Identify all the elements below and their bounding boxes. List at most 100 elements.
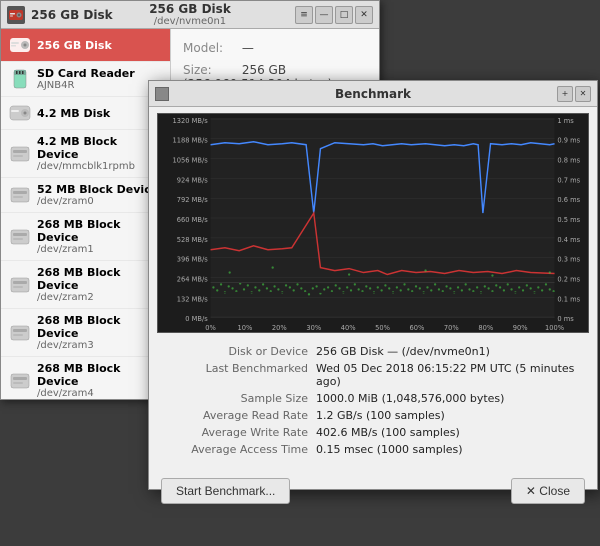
sidebar-block-icon — [9, 226, 31, 248]
sidebar-item-text: 268 MB Block Device /dev/zram3 — [37, 314, 162, 351]
sidebar-item-sub: /dev/zram1 — [37, 244, 162, 255]
svg-text:0.2 ms: 0.2 ms — [557, 275, 580, 283]
svg-text:90%: 90% — [513, 324, 528, 332]
sidebar-item-block5[interactable]: 268 MB Block Device /dev/zram3 — [1, 309, 170, 357]
sidebar-item-sub: /dev/zram4 — [37, 388, 162, 399]
close-benchmark-button[interactable]: ✕ Close — [511, 478, 585, 504]
sidebar-item-sub: AJNB4R — [37, 80, 162, 91]
sidebar-item-name: 52 MB Block Device — [37, 183, 162, 196]
titlebar-subtitle: /dev/nvme0n1 — [154, 16, 226, 27]
stats-area: Disk or Device 256 GB Disk — (/dev/nvme0… — [149, 339, 597, 466]
sidebar-item-text: 4.2 MB Block Device /dev/mmcblk1rpmb — [37, 135, 162, 172]
sidebar-block-icon — [9, 274, 31, 296]
svg-text:1 ms: 1 ms — [557, 117, 574, 125]
model-row: Model: — — [183, 41, 367, 55]
svg-text:1188 MB/s: 1188 MB/s — [173, 137, 209, 145]
sidebar-item-block2[interactable]: 52 MB Block Device /dev/zram0 — [1, 178, 170, 213]
sidebar-item-text: SD Card Reader AJNB4R — [37, 67, 162, 91]
benchmark-buttons: Start Benchmark... ✕ Close — [149, 470, 597, 512]
svg-text:0%: 0% — [205, 324, 216, 332]
svg-text:396 MB/s: 396 MB/s — [177, 256, 208, 264]
write-stat-row: Average Write Rate 402.6 MB/s (100 sampl… — [161, 426, 585, 439]
lastbench-stat-label: Last Benchmarked — [161, 362, 316, 388]
svg-text:0.6 ms: 0.6 ms — [557, 196, 580, 204]
read-stat-row: Average Read Rate 1.2 GB/s (100 samples) — [161, 409, 585, 422]
write-stat-label: Average Write Rate — [161, 426, 316, 439]
bench-maximize-button[interactable]: + — [557, 86, 573, 102]
maximize-button[interactable]: □ — [335, 6, 353, 24]
lastbench-stat-row: Last Benchmarked Wed 05 Dec 2018 06:15:2… — [161, 362, 585, 388]
sidebar-item-sub: /dev/zram3 — [37, 340, 162, 351]
access-stat-label: Average Access Time — [161, 443, 316, 456]
svg-text:80%: 80% — [478, 324, 493, 332]
sidebar-item-256gb-disk[interactable]: 256 GB Disk — [1, 29, 170, 62]
sidebar-item-block1[interactable]: 4.2 MB Block Device /dev/mmcblk1rpmb — [1, 130, 170, 178]
sidebar-item-text: 268 MB Block Device /dev/zram1 — [37, 218, 162, 255]
svg-text:0.4 ms: 0.4 ms — [557, 236, 580, 244]
sidebar-item-text: 268 MB Block Device /dev/zram2 — [37, 266, 162, 303]
sidebar-item-name: SD Card Reader — [37, 67, 162, 80]
model-value: — — [242, 41, 254, 55]
sidebar-item-name: 268 MB Block Device — [37, 314, 162, 340]
sample-stat-row: Sample Size 1000.0 MiB (1,048,576,000 by… — [161, 392, 585, 405]
svg-text:132 MB/s: 132 MB/s — [177, 295, 208, 303]
size-label: Size: — [183, 63, 238, 77]
sidebar-item-sub: /dev/mmcblk1rpmb — [37, 161, 162, 172]
titlebar-left: 256 GB Disk — [7, 6, 113, 24]
svg-text:10%: 10% — [238, 324, 253, 332]
bench-close-button[interactable]: ✕ — [575, 86, 591, 102]
benchmark-chart: 1320 MB/s 1188 MB/s 1056 MB/s 924 MB/s 7… — [157, 113, 589, 333]
bench-titlebar-buttons: + ✕ — [557, 86, 591, 102]
sidebar-item-name: 256 GB Disk — [37, 39, 162, 52]
titlebar-buttons: ≡ — □ ✕ — [295, 6, 373, 24]
sidebar-item-text: 4.2 MB Disk — [37, 107, 162, 120]
sidebar-item-name: 268 MB Block Device — [37, 266, 162, 292]
access-stat-row: Average Access Time 0.15 msec (1000 samp… — [161, 443, 585, 456]
svg-text:924 MB/s: 924 MB/s — [177, 176, 208, 184]
minimize-button[interactable]: — — [315, 6, 333, 24]
sidebar-item-block4[interactable]: 268 MB Block Device /dev/zram2 — [1, 261, 170, 309]
svg-text:0.9 ms: 0.9 ms — [557, 137, 580, 145]
svg-text:70%: 70% — [444, 324, 459, 332]
sidebar-item-sub: /dev/zram2 — [37, 292, 162, 303]
sidebar-item-text: 268 MB Block Device /dev/zram4 — [37, 362, 162, 399]
sidebar-item-4mb-disk[interactable]: 4.2 MB Disk — [1, 97, 170, 130]
access-stat-value: 0.15 msec (1000 samples) — [316, 443, 463, 456]
sidebar: 256 GB Disk SD Card Reader AJNB4R — [1, 29, 171, 399]
sidebar-item-name: 4.2 MB Block Device — [37, 135, 162, 161]
sidebar-disk-icon — [9, 34, 31, 56]
sidebar-item-block3[interactable]: 268 MB Block Device /dev/zram1 — [1, 213, 170, 261]
disk-icon — [7, 6, 25, 24]
disk-stat-value: 256 GB Disk — (/dev/nvme0n1) — [316, 345, 490, 358]
svg-text:20%: 20% — [272, 324, 287, 332]
sidebar-item-name: 268 MB Block Device — [37, 362, 162, 388]
svg-text:0.1 ms: 0.1 ms — [557, 295, 580, 303]
sidebar-item-sdcard[interactable]: SD Card Reader AJNB4R — [1, 62, 170, 97]
svg-text:0.7 ms: 0.7 ms — [557, 176, 580, 184]
sidebar-block-icon — [9, 322, 31, 344]
svg-text:50%: 50% — [375, 324, 390, 332]
sidebar-block-icon — [9, 143, 31, 165]
main-window-title: 256 GB Disk — [31, 8, 113, 22]
sidebar-sdcard-icon — [9, 68, 31, 90]
write-stat-value: 402.6 MB/s (100 samples) — [316, 426, 460, 439]
svg-text:0.3 ms: 0.3 ms — [557, 256, 580, 264]
bench-window-icon — [155, 87, 169, 101]
sidebar-block-icon — [9, 184, 31, 206]
menu-button[interactable]: ≡ — [295, 6, 313, 24]
close-button[interactable]: ✕ — [355, 6, 373, 24]
svg-text:0 MB/s: 0 MB/s — [185, 315, 208, 323]
read-stat-label: Average Read Rate — [161, 409, 316, 422]
bench-tb-left — [155, 87, 169, 101]
benchmark-title: Benchmark — [335, 87, 411, 101]
svg-text:100%: 100% — [545, 324, 565, 332]
sidebar-item-name: 4.2 MB Disk — [37, 107, 162, 120]
sidebar-item-block6[interactable]: 268 MB Block Device /dev/zram4 — [1, 357, 170, 399]
svg-text:1056 MB/s: 1056 MB/s — [173, 156, 209, 164]
sidebar-item-text: 256 GB Disk — [37, 39, 162, 52]
start-benchmark-button[interactable]: Start Benchmark... — [161, 478, 290, 504]
svg-text:0.5 ms: 0.5 ms — [557, 216, 580, 224]
sidebar-item-name: 268 MB Block Device — [37, 218, 162, 244]
svg-text:264 MB/s: 264 MB/s — [177, 275, 208, 283]
disk-stat-label: Disk or Device — [161, 345, 316, 358]
